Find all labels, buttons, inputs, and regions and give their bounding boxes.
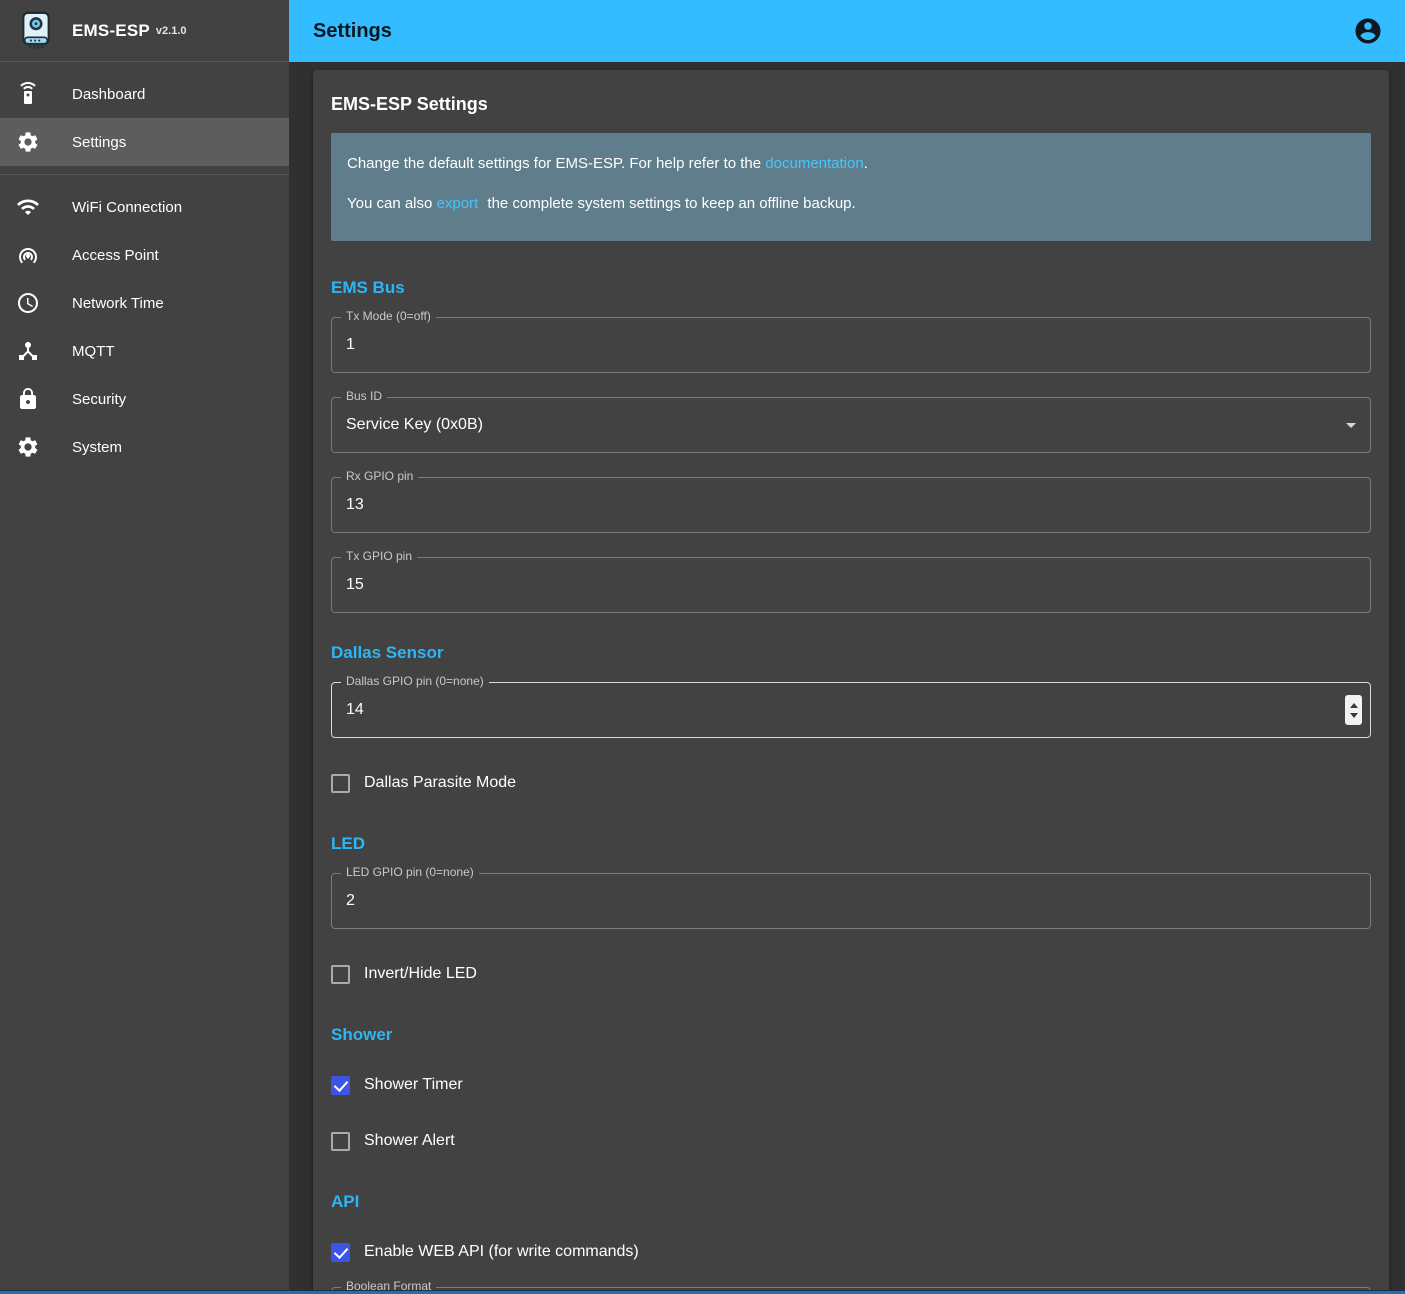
sidebar-item-label: MQTT <box>72 343 115 360</box>
checkbox-label: Invert/Hide LED <box>364 965 477 983</box>
lock-icon <box>16 387 40 411</box>
field-value: 1 <box>346 336 355 354</box>
app-title: EMS-ESP <box>72 21 150 41</box>
sidebar-item-system[interactable]: System <box>0 423 289 471</box>
section-title-dallas-sensor: Dallas Sensor <box>331 643 1371 663</box>
spacer <box>331 1273 1371 1287</box>
field-value: 13 <box>346 496 364 514</box>
tx-gpio-field[interactable]: Tx GPIO pin 15 <box>331 557 1371 613</box>
device-hub-icon <box>16 339 40 363</box>
checkbox-label: Shower Alert <box>364 1132 455 1150</box>
sidebar-item-label: Settings <box>72 134 126 151</box>
section-title-api: API <box>331 1192 1371 1212</box>
sidebar-item-label: Network Time <box>72 295 164 312</box>
gear-icon <box>16 435 40 459</box>
info-text: . <box>864 155 868 172</box>
enable-web-api-checkbox[interactable]: Enable WEB API (for write commands) <box>331 1231 1371 1273</box>
checkbox-box[interactable] <box>331 774 350 793</box>
wifi-tethering-icon <box>16 243 40 267</box>
card-title: EMS-ESP Settings <box>331 94 1371 115</box>
field-label: LED GPIO pin (0=none) <box>341 865 479 879</box>
shower-timer-checkbox[interactable]: Shower Timer <box>331 1064 1371 1106</box>
spinner-up-icon[interactable] <box>1350 703 1358 708</box>
sidebar-item-label: Security <box>72 391 126 408</box>
sidebar-group-system: WiFi Connection Access Point Network Tim… <box>0 174 289 479</box>
export-link[interactable]: export <box>437 195 479 212</box>
content-area: EMS-ESP Settings Change the default sett… <box>289 62 1405 1294</box>
sidebar: EMS-ESP v2.1.0 Dashboard Settings WiFi C… <box>0 0 289 1294</box>
gear-icon <box>16 130 40 154</box>
field-label: Bus ID <box>341 389 387 403</box>
appbar: Settings <box>289 0 1405 62</box>
ems-esp-logo-icon <box>16 11 56 51</box>
tx-mode-field[interactable]: Tx Mode (0=off) 1 <box>331 317 1371 373</box>
info-paragraph: You can also export the complete system … <box>347 192 1355 216</box>
field-value: 14 <box>346 701 364 719</box>
info-box: Change the default settings for EMS-ESP.… <box>331 133 1371 241</box>
sidebar-item-security[interactable]: Security <box>0 375 289 423</box>
checkbox-label: Enable WEB API (for write commands) <box>364 1243 639 1261</box>
settings-card: EMS-ESP Settings Change the default sett… <box>313 70 1389 1294</box>
checkbox-box[interactable] <box>331 1132 350 1151</box>
sidebar-item-settings[interactable]: Settings <box>0 118 289 166</box>
dallas-gpio-field[interactable]: Dallas GPIO pin (0=none) 14 <box>331 682 1371 738</box>
remote-icon <box>16 82 40 106</box>
info-text: Change the default settings for EMS-ESP.… <box>347 155 765 172</box>
field-value: 15 <box>346 576 364 594</box>
page-title: Settings <box>313 20 392 43</box>
sidebar-item-label: Access Point <box>72 247 159 264</box>
field-value: Service Key (0x0B) <box>346 416 483 434</box>
field-label: Tx Mode (0=off) <box>341 309 436 323</box>
sidebar-item-label: Dashboard <box>72 86 145 103</box>
sidebar-item-label: WiFi Connection <box>72 199 182 216</box>
section-title-ems-bus: EMS Bus <box>331 278 1371 298</box>
checkbox-label: Dallas Parasite Mode <box>364 774 516 792</box>
info-text: the complete system settings to keep an … <box>483 195 855 212</box>
rx-gpio-field[interactable]: Rx GPIO pin 13 <box>331 477 1371 533</box>
sidebar-item-dashboard[interactable]: Dashboard <box>0 70 289 118</box>
bus-id-select[interactable]: Bus ID Service Key (0x0B) <box>331 397 1371 453</box>
checkbox-label: Shower Timer <box>364 1076 463 1094</box>
account-circle-icon[interactable] <box>1353 16 1383 46</box>
wifi-icon <box>16 195 40 219</box>
sidebar-item-wifi-connection[interactable]: WiFi Connection <box>0 183 289 231</box>
main-area: Settings EMS-ESP Settings Change the def… <box>289 0 1405 1294</box>
sidebar-item-access-point[interactable]: Access Point <box>0 231 289 279</box>
spinner-down-icon[interactable] <box>1350 713 1358 718</box>
shower-alert-checkbox[interactable]: Shower Alert <box>331 1120 1371 1162</box>
field-label: Tx GPIO pin <box>341 549 417 563</box>
checkbox-box[interactable] <box>331 965 350 984</box>
spacer <box>331 1106 1371 1120</box>
field-label: Rx GPIO pin <box>341 469 418 483</box>
field-label: Dallas GPIO pin (0=none) <box>341 674 489 688</box>
dropdown-arrow-icon <box>1346 423 1356 428</box>
sidebar-group-project: Dashboard Settings <box>0 62 289 174</box>
invert-led-checkbox[interactable]: Invert/Hide LED <box>331 953 1371 995</box>
documentation-link[interactable]: documentation <box>765 155 863 172</box>
sidebar-header: EMS-ESP v2.1.0 <box>0 0 289 62</box>
clock-icon <box>16 291 40 315</box>
section-title-led: LED <box>331 834 1371 854</box>
info-paragraph: Change the default settings for EMS-ESP.… <box>347 152 1355 176</box>
app-version: v2.1.0 <box>156 25 187 37</box>
section-title-shower: Shower <box>331 1025 1371 1045</box>
dallas-parasite-checkbox[interactable]: Dallas Parasite Mode <box>331 762 1371 804</box>
sidebar-item-mqtt[interactable]: MQTT <box>0 327 289 375</box>
sidebar-item-network-time[interactable]: Network Time <box>0 279 289 327</box>
info-text: You can also <box>347 195 437 212</box>
bottom-accent-bar <box>0 1290 1405 1294</box>
checkbox-box[interactable] <box>331 1076 350 1095</box>
sidebar-item-label: System <box>72 439 122 456</box>
number-spinner[interactable] <box>1345 695 1362 725</box>
field-value: 2 <box>346 892 355 910</box>
led-gpio-field[interactable]: LED GPIO pin (0=none) 2 <box>331 873 1371 929</box>
checkbox-box[interactable] <box>331 1243 350 1262</box>
